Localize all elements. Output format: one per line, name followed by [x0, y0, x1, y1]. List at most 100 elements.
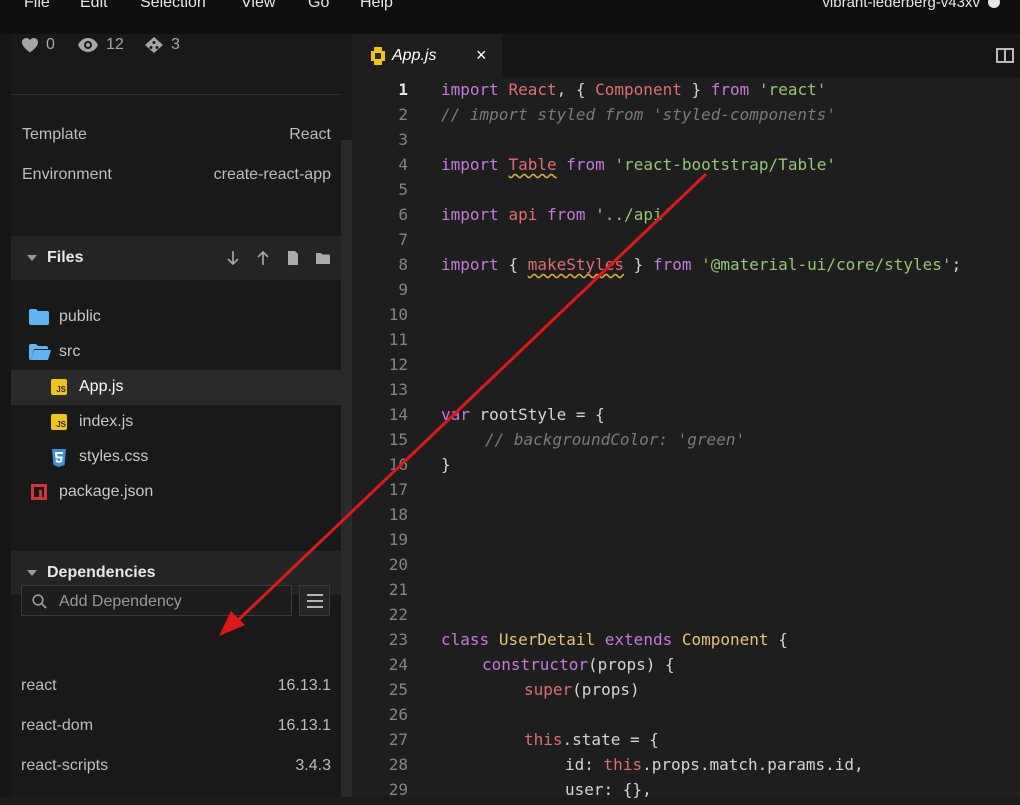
code-token: from [566, 155, 605, 174]
new-file-icon[interactable] [285, 250, 301, 266]
new-folder-icon[interactable] [315, 250, 331, 266]
file-row-index-js[interactable]: JS index.js [11, 405, 341, 440]
file-row-public[interactable]: public [11, 300, 341, 335]
line-number: 24 [388, 655, 408, 674]
code-line: 17 [352, 480, 1020, 505]
code-line: 1 import React, { Component } from 'react… [352, 80, 1020, 105]
add-dependency-field[interactable] [21, 585, 292, 616]
tab-app-js[interactable]: App.js × [352, 34, 502, 78]
code-token: 'react' [758, 80, 827, 99]
forks-stat[interactable]: 3 [145, 36, 180, 54]
file-row-package-json[interactable]: package.json [11, 475, 341, 510]
project-name[interactable]: vibrant-lederberg-v43xv [822, 0, 980, 11]
code-token: var [441, 405, 470, 424]
code-line: 5 [352, 180, 1020, 205]
js-file-icon: JS [51, 379, 67, 395]
forks-count: 3 [171, 36, 180, 53]
sidebar-scrollbar[interactable] [341, 140, 352, 797]
file-name: src [59, 343, 81, 360]
line-number: 2 [398, 105, 408, 124]
line-number: 15 [388, 430, 408, 449]
menu-go[interactable]: Go [308, 0, 329, 12]
sandbox-icon[interactable] [988, 0, 1000, 8]
code-token: (props) { [587, 655, 675, 674]
code-token: this [603, 755, 643, 774]
tab-label: App.js [392, 47, 437, 64]
heart-icon [22, 37, 38, 52]
menu-help[interactable]: Help [360, 0, 393, 12]
divider [11, 94, 341, 95]
likes-stat[interactable]: 0 [22, 36, 55, 54]
menu-selection[interactable]: Selection [140, 0, 206, 12]
code-token: 'react-bootstrap/Table' [614, 155, 836, 174]
arrow-down-icon[interactable] [225, 250, 241, 266]
code-line: 8 import { makeStyles } from '@material-u… [352, 255, 1020, 280]
code-token: from [652, 255, 692, 274]
code-token: , { [556, 80, 596, 99]
dependency-version: 3.4.3 [295, 757, 331, 774]
css-file-icon [52, 449, 66, 467]
code-line: 20 [352, 555, 1020, 580]
line-number: 8 [398, 255, 408, 274]
file-row-styles-css[interactable]: styles.css [11, 440, 341, 475]
line-number: 14 [388, 405, 408, 424]
search-icon [32, 594, 47, 609]
code-token: ; [951, 255, 962, 274]
code-line: 19 [352, 530, 1020, 555]
menu-view[interactable]: View [241, 0, 275, 12]
dependency-list-button[interactable] [299, 585, 330, 616]
code-token: { [768, 630, 788, 649]
line-number: 18 [388, 505, 408, 524]
line-number: 19 [388, 530, 408, 549]
code-line: 7 [352, 230, 1020, 255]
code-line: 15 // backgroundColor: 'green' [352, 430, 1020, 455]
add-dependency-input[interactable] [57, 590, 286, 614]
editor-tabbar: App.js × [352, 34, 1020, 78]
code-line: 27 this.state = { [352, 730, 1020, 755]
code-line: 22 [352, 605, 1020, 630]
code-editor[interactable]: App.js × 1 import React, { Component } fr… [352, 34, 1020, 799]
code-token: import [441, 255, 499, 274]
menu-edit[interactable]: Edit [80, 0, 108, 12]
code-line: 14 var rootStyle = { [352, 405, 1020, 430]
dependency-version: 16.13.1 [277, 677, 331, 694]
close-icon[interactable]: × [476, 45, 487, 66]
code-token: constructor [482, 655, 588, 674]
dependency-version: 16.13.1 [277, 717, 331, 734]
code-line: 2 // import styled from 'styled-component… [352, 105, 1020, 130]
code-token: Table [508, 155, 557, 174]
line-number: 26 [388, 705, 408, 724]
line-number: 1 [398, 80, 408, 99]
line-number: 4 [398, 155, 408, 174]
line-number: 22 [388, 605, 408, 624]
code-line: 23 class UserDetail extends Component { [352, 630, 1020, 655]
code-token: makeStyles [527, 255, 625, 274]
code-line: 4 import Table from 'react-bootstrap/Tabl… [352, 155, 1020, 180]
code-line: 26 [352, 705, 1020, 730]
line-number: 3 [398, 130, 408, 149]
line-number: 6 [398, 205, 408, 224]
file-row-src[interactable]: src [11, 335, 341, 370]
code-line: 25 super(props) [352, 680, 1020, 705]
code-line: 10 [352, 305, 1020, 330]
code-token: } [681, 80, 711, 99]
code-token: id: [565, 755, 594, 774]
code-token: api [508, 205, 538, 224]
line-number: 25 [388, 680, 408, 699]
files-section-header[interactable]: Files [11, 236, 341, 280]
code-token: (props) [572, 680, 640, 699]
arrow-up-icon[interactable] [255, 250, 271, 266]
template-value: React [289, 126, 331, 143]
line-number: 12 [388, 355, 408, 374]
split-editor-icon[interactable] [996, 48, 1014, 63]
file-name: package.json [59, 483, 154, 500]
fork-icon [145, 37, 163, 53]
file-name: App.js [79, 378, 124, 395]
menu-file[interactable]: File [24, 0, 50, 12]
code-token: Component [681, 630, 769, 649]
activity-edge [0, 34, 11, 797]
code-token: rootStyle = { [469, 405, 605, 424]
code-token: '@material-ui/core/styles' [701, 255, 952, 274]
file-row-app-js[interactable]: JS App.js [11, 370, 341, 405]
code-token: user: {}, [565, 780, 652, 799]
